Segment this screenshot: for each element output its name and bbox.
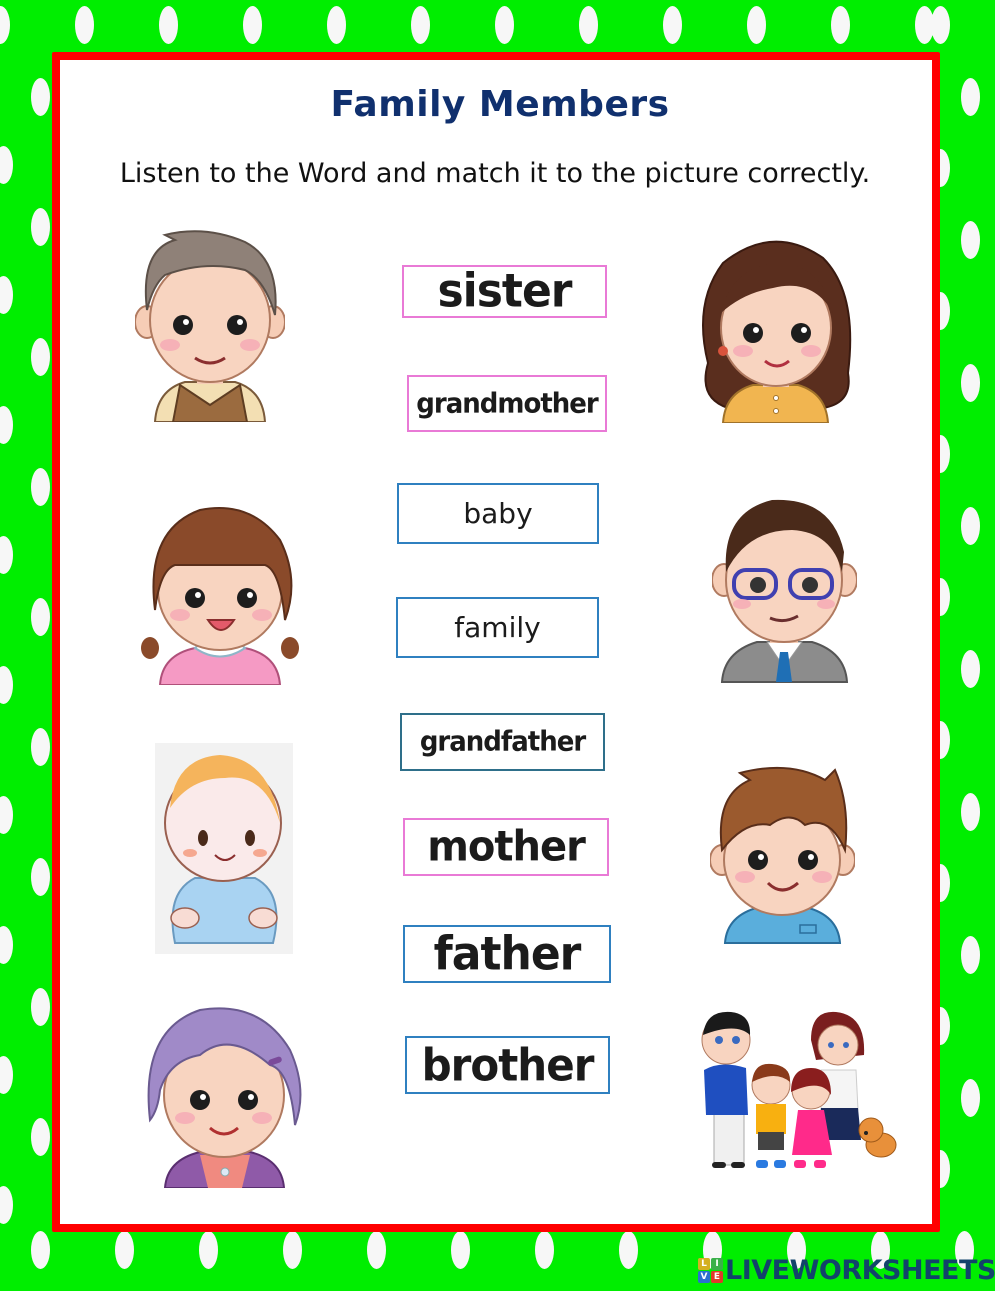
- logo-letter: I: [711, 1258, 723, 1270]
- polka-dot: [619, 1231, 638, 1269]
- polka-dot: [535, 1231, 554, 1269]
- brother-picture[interactable]: [710, 765, 855, 945]
- logo-letter-grid: L I V E: [698, 1258, 723, 1283]
- word-card-grandmother[interactable]: grandmother: [407, 375, 607, 432]
- polka-dot: [31, 858, 50, 896]
- polka-dot: [0, 536, 13, 574]
- polka-dot: [199, 1231, 218, 1269]
- logo-letter: V: [698, 1271, 710, 1283]
- polka-dot: [411, 6, 430, 44]
- polka-dot: [0, 796, 13, 834]
- polka-dot: [0, 406, 13, 444]
- polka-dot: [75, 6, 94, 44]
- polka-dot: [31, 1118, 50, 1156]
- polka-dot: [0, 666, 13, 704]
- instruction-text: Listen to the Word and match it to the p…: [119, 158, 871, 189]
- grandfather-picture[interactable]: [135, 230, 285, 422]
- polka-dot: [31, 468, 50, 506]
- polka-dot: [931, 6, 950, 44]
- polka-dot: [0, 6, 10, 44]
- word-label: grandmother: [416, 387, 598, 420]
- polka-dot: [961, 1079, 980, 1117]
- word-label: father: [433, 927, 582, 981]
- grandmother-picture[interactable]: [140, 1000, 308, 1188]
- baby-picture[interactable]: [155, 743, 293, 954]
- polka-dot: [961, 793, 980, 831]
- sister-picture[interactable]: [140, 500, 300, 685]
- polka-dot: [579, 6, 598, 44]
- polka-dot: [495, 6, 514, 44]
- polka-dot: [31, 728, 50, 766]
- polka-dot: [961, 650, 980, 688]
- word-card-family[interactable]: family: [396, 597, 599, 658]
- polka-dot: [961, 507, 980, 545]
- polka-dot: [0, 276, 13, 314]
- polka-dot: [31, 338, 50, 376]
- polka-dot: [31, 208, 50, 246]
- polka-dot: [961, 221, 980, 259]
- word-card-father[interactable]: father: [403, 925, 611, 983]
- polka-dot: [747, 6, 766, 44]
- polka-dot: [283, 1231, 302, 1269]
- polka-dot: [115, 1231, 134, 1269]
- polka-dot: [31, 598, 50, 636]
- mother-picture[interactable]: [693, 233, 858, 423]
- word-label: sister: [437, 264, 572, 319]
- word-label: baby: [463, 497, 533, 530]
- logo-letter: E: [711, 1271, 723, 1283]
- logo-letter: L: [698, 1258, 710, 1270]
- word-card-brother[interactable]: brother: [405, 1036, 610, 1094]
- polka-dot: [0, 1186, 13, 1224]
- logo-text: LIVEWORKSHEETS: [725, 1255, 996, 1286]
- worksheet-title: Family Members: [330, 84, 670, 125]
- polka-dot: [31, 988, 50, 1026]
- father-picture[interactable]: [712, 492, 857, 684]
- polka-dot: [451, 1231, 470, 1269]
- polka-dot: [831, 6, 850, 44]
- polka-dot: [663, 6, 682, 44]
- word-label: family: [454, 611, 541, 644]
- word-label: brother: [421, 1039, 595, 1091]
- word-label: grandfather: [419, 726, 586, 758]
- family-picture[interactable]: [676, 1000, 901, 1172]
- polka-dot: [327, 6, 346, 44]
- liveworksheets-logo: L I V E LIVEWORKSHEETS: [698, 1255, 996, 1286]
- polka-dot: [0, 926, 13, 964]
- polka-dot: [961, 936, 980, 974]
- polka-dot: [31, 1231, 50, 1269]
- polka-dot: [0, 1056, 13, 1094]
- page-edge: [995, 0, 1000, 1291]
- polka-dot: [367, 1231, 386, 1269]
- polka-dot: [159, 6, 178, 44]
- word-card-baby[interactable]: baby: [397, 483, 599, 544]
- word-card-mother[interactable]: mother: [403, 818, 609, 876]
- word-label: mother: [427, 822, 586, 872]
- polka-dot: [961, 364, 980, 402]
- polka-dot: [243, 6, 262, 44]
- word-card-sister[interactable]: sister: [402, 265, 607, 318]
- word-card-grandfather[interactable]: grandfather: [400, 713, 605, 771]
